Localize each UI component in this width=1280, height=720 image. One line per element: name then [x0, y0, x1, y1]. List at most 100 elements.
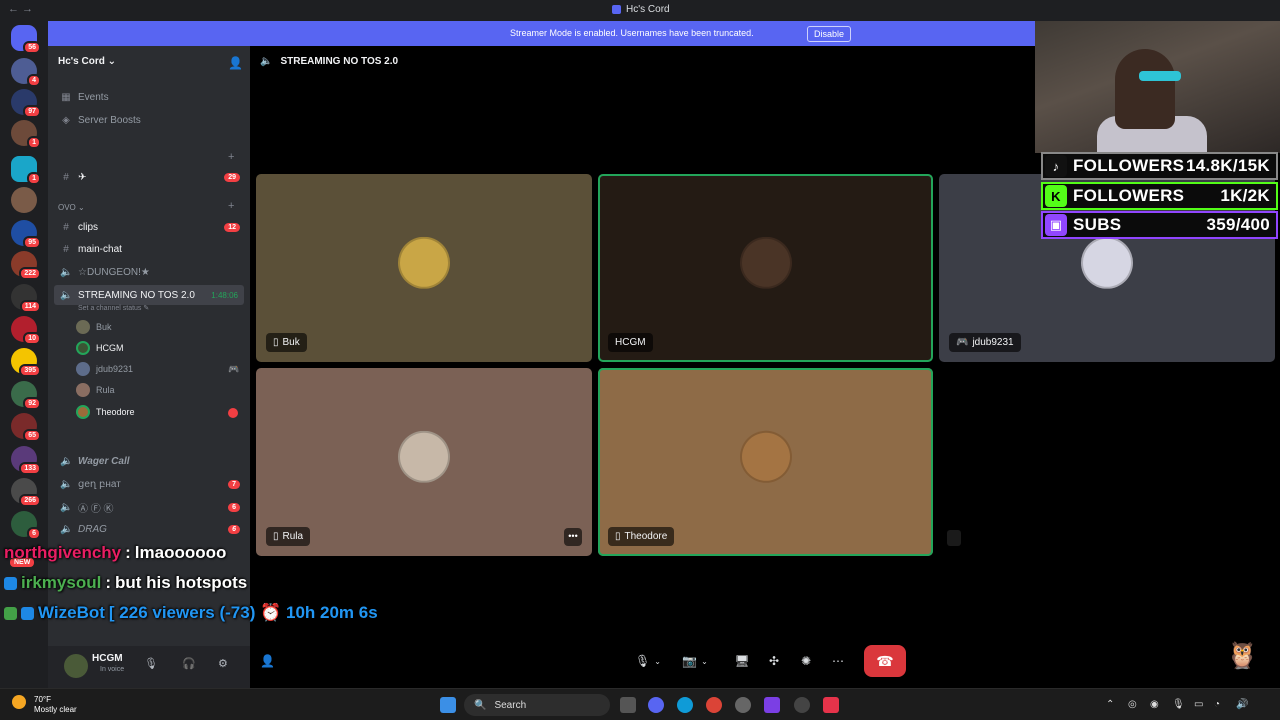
voice-user[interactable]: Buk: [76, 320, 112, 334]
speaker-icon: 🔈: [260, 56, 273, 67]
more-options-icon[interactable]: •••: [564, 528, 582, 546]
channel-status[interactable]: Set a channel status ✎: [78, 304, 149, 312]
voice-user[interactable]: Rula: [76, 383, 115, 397]
server-icon[interactable]: 1: [11, 120, 41, 149]
tiktok-taskbar-icon[interactable]: [823, 697, 839, 713]
invite-icon[interactable]: 👤: [228, 56, 243, 70]
disconnect-button[interactable]: ☎: [864, 645, 906, 677]
microphone-toggle[interactable]: 🎙 ⌄: [630, 650, 666, 672]
media-player-icon[interactable]: [735, 697, 751, 713]
server-icon[interactable]: 1: [11, 156, 41, 185]
channel-label: ցеղ բнат: [78, 478, 121, 490]
voice-user-name: Rula: [96, 385, 115, 395]
camera-off-icon: 📷: [682, 654, 698, 668]
microphone-icon[interactable]: 🎙: [144, 657, 158, 670]
voice-user[interactable]: Theodore: [76, 405, 135, 419]
server-icon[interactable]: 6: [11, 511, 41, 540]
share-screen-icon[interactable]: 🖥: [732, 650, 752, 672]
participant-name-text: Theodore: [624, 531, 668, 542]
participant-tile[interactable]: ▯ Rula •••: [256, 368, 592, 556]
windows-start-icon[interactable]: [440, 697, 456, 713]
server-icon[interactable]: 114: [11, 284, 41, 313]
taskbar-search[interactable]: 🔍 Search: [464, 694, 610, 716]
channel-label: Ⓐ Ⓕ Ⓚ: [78, 503, 114, 515]
edge-icon[interactable]: [677, 697, 693, 713]
placeholder-tile-icon: [947, 530, 961, 546]
avatar: [76, 405, 90, 419]
participant-tile[interactable]: ▯ Theodore: [598, 368, 933, 556]
discord-taskbar-icon[interactable]: [648, 697, 664, 713]
server-icon[interactable]: 10: [11, 316, 41, 345]
channel-wager-call[interactable]: 🔈 Wager Call: [54, 451, 244, 471]
more-options-icon[interactable]: ⋯: [828, 650, 848, 672]
camera-toggle[interactable]: 📷 ⌄: [676, 650, 714, 672]
server-icon[interactable]: 4: [11, 58, 41, 87]
sidebar-item-server-boosts[interactable]: ◈ Server Boosts: [54, 110, 244, 130]
discord-home-icon[interactable]: 56: [11, 25, 41, 54]
obs-icon[interactable]: [794, 697, 810, 713]
server-icon[interactable]: 222: [11, 251, 41, 280]
channel-plane[interactable]: # ✈ 29: [54, 167, 244, 187]
disable-button[interactable]: Disable: [807, 26, 852, 42]
chrome-icon[interactable]: [706, 697, 722, 713]
server-name[interactable]: Hc's Cord ⌄: [58, 56, 116, 67]
server-icon[interactable]: 92: [11, 381, 41, 410]
headphones-icon[interactable]: 🎧: [182, 657, 196, 670]
task-view-icon[interactable]: [620, 697, 636, 713]
tray-app-icon[interactable]: ◉: [1150, 699, 1159, 710]
voice-channel-name: STREAMING NO TOS 2.0: [78, 289, 195, 301]
server-icon[interactable]: 266: [11, 478, 41, 507]
channel-drag[interactable]: 🔈 DRAG 6: [54, 519, 244, 539]
badge: 65: [23, 429, 41, 442]
avatar[interactable]: [64, 654, 88, 678]
channel-main-chat[interactable]: # main-chat: [54, 239, 244, 259]
invite-to-call-icon[interactable]: 👤: [260, 654, 275, 668]
username: HCGM: [92, 653, 123, 664]
sidebar-item-events[interactable]: ▦ Events: [54, 87, 244, 107]
gear-icon[interactable]: ⚙: [218, 657, 228, 670]
volume-icon[interactable]: 🔊: [1236, 699, 1248, 710]
tray-display-icon[interactable]: ▭: [1194, 699, 1203, 710]
server-icon[interactable]: 97: [11, 89, 41, 118]
weather-desc: Mostly clear: [34, 705, 77, 714]
participant-name: HCGM: [608, 333, 653, 352]
tray-chevron-icon[interactable]: ⌃: [1106, 699, 1114, 710]
badge: 395: [19, 364, 41, 377]
avatar: [739, 236, 792, 289]
windows-taskbar: 70°F Mostly clear 🔍 Search ⌃ ◎ ◉ 🎙 ▭ ◔ 🔊: [0, 688, 1280, 720]
voice-channel-active[interactable]: 🔈 STREAMING NO TOS 2.0 1:48:06: [54, 285, 244, 305]
text-channel-icon: #: [63, 171, 69, 183]
console-icon: 🎮: [956, 337, 969, 348]
chat-text: lmaoooooo: [134, 543, 227, 562]
channel-label: clips: [78, 221, 99, 233]
server-icon[interactable]: 395: [11, 348, 41, 377]
channel-label: ☆DUNGEON!★: [78, 266, 150, 278]
server-icon[interactable]: 95: [11, 220, 41, 249]
server-icon[interactable]: 65: [11, 413, 41, 442]
server-icon[interactable]: 133: [11, 446, 41, 475]
server-icon[interactable]: [11, 187, 37, 213]
channel-clips[interactable]: # clips 12: [54, 217, 244, 237]
badge-icon: [4, 576, 17, 590]
nav-arrows[interactable]: ← →: [8, 3, 33, 15]
voice-user[interactable]: HCGM: [76, 341, 124, 355]
participant-tile[interactable]: ▯ Buk: [256, 174, 592, 362]
add-channel-icon[interactable]: +: [228, 151, 234, 163]
channel-gen-chat[interactable]: 🔈 ցеղ բнат 7: [54, 474, 244, 494]
twitch-taskbar-icon[interactable]: [764, 697, 780, 713]
add-channel-icon[interactable]: +: [228, 200, 234, 212]
weather-widget[interactable]: 70°F Mostly clear: [12, 695, 77, 715]
channel-afk[interactable]: 🔈 Ⓐ Ⓕ Ⓚ 6: [54, 497, 244, 517]
kick-icon: K: [1045, 185, 1067, 207]
stat-value: 359/400: [1206, 215, 1270, 234]
activities-icon[interactable]: ✣: [764, 650, 784, 672]
voice-user[interactable]: jdub9231: [76, 362, 133, 376]
sidebar-item-label: Events: [78, 91, 109, 103]
participant-tile[interactable]: HCGM: [598, 174, 933, 362]
network-icon[interactable]: ◎: [1128, 699, 1137, 710]
soundboard-icon[interactable]: ✺: [796, 650, 816, 672]
channel-dungeon[interactable]: 🔈 ☆DUNGEON!★: [54, 262, 244, 282]
category-ovo[interactable]: OVO ⌄: [58, 203, 85, 212]
tray-microphone-icon[interactable]: 🎙: [1172, 699, 1185, 710]
wifi-icon[interactable]: ◔: [1214, 699, 1220, 710]
